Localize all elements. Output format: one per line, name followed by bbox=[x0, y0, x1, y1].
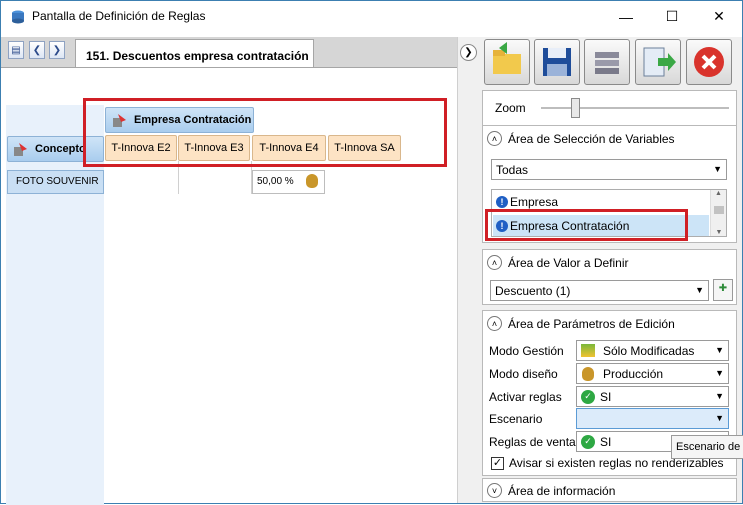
chevron-up-icon[interactable]: ˄ bbox=[487, 131, 502, 146]
variables-panel: ˄ Área de Selección de Variables Todas ▼ … bbox=[482, 125, 737, 243]
next-tab-button[interactable]: ❯ bbox=[49, 41, 65, 59]
close-window-button[interactable]: ✕ bbox=[696, 1, 742, 32]
modo-gestion-label: Modo Gestión bbox=[489, 344, 564, 358]
dropdown-arrow-icon: ▼ bbox=[695, 285, 704, 295]
panel-splitter[interactable]: ❯ bbox=[457, 37, 479, 503]
zoom-panel: Zoom bbox=[482, 90, 737, 126]
variables-filter-value: Todas bbox=[496, 163, 529, 177]
dropdown-arrow-icon: ▼ bbox=[715, 345, 724, 355]
highlight-box bbox=[485, 209, 688, 241]
export-button[interactable] bbox=[635, 39, 681, 85]
variables-title: Área de Selección de Variables bbox=[508, 132, 675, 146]
info-title: Área de información bbox=[508, 484, 616, 498]
zoom-label: Zoom bbox=[495, 101, 526, 115]
reglas-venta-value: SI bbox=[600, 434, 612, 449]
add-value-button[interactable]: ✚ bbox=[713, 279, 733, 301]
reglas-venta-label: Reglas de venta bbox=[489, 435, 576, 449]
dropdown-arrow-icon: ▼ bbox=[715, 413, 724, 423]
cell-value: 50,00 % bbox=[257, 176, 294, 187]
add-document-icon: ✚ bbox=[718, 283, 728, 294]
check-icon: ✓ bbox=[581, 434, 595, 449]
value-panel: ˄ Área de Valor a Definir Descuento (1) ▼… bbox=[482, 249, 737, 305]
variables-panel-header[interactable]: ˄ Área de Selección de Variables bbox=[483, 126, 736, 152]
params-title: Área de Parámetros de Edición bbox=[508, 317, 675, 331]
save-button[interactable] bbox=[534, 39, 580, 85]
cancel-button[interactable] bbox=[686, 39, 732, 85]
grid-pane: ▤ ❮ ❯ 151. Descuentos empresa contrataci… bbox=[1, 37, 457, 505]
value-select[interactable]: Descuento (1) ▼ bbox=[490, 280, 709, 301]
scroll-thumb[interactable] bbox=[714, 206, 724, 214]
window-title: Pantalla de Definición de Reglas bbox=[32, 9, 206, 23]
info-panel-header[interactable]: ˅ Área de información bbox=[483, 479, 736, 505]
avisar-checkbox[interactable]: ✓ bbox=[491, 456, 504, 470]
stack-icon bbox=[595, 52, 619, 74]
export-icon bbox=[643, 47, 676, 77]
modo-diseno-select[interactable]: Producción ▼ bbox=[576, 363, 729, 384]
zoom-track bbox=[541, 107, 729, 109]
check-icon: ✓ bbox=[581, 389, 595, 404]
highlight-box bbox=[83, 98, 447, 167]
scroll-down-icon[interactable]: ▼ bbox=[711, 229, 727, 236]
grid-area: Empresa Contratación Concepto T-Innova E… bbox=[1, 67, 457, 505]
value-select-value: Descuento (1) bbox=[495, 284, 571, 298]
tab-strip: ▤ ❮ ❯ 151. Descuentos empresa contrataci… bbox=[1, 37, 457, 68]
maximize-button[interactable]: ☐ bbox=[649, 1, 695, 32]
info-panel: ˅ Área de información bbox=[482, 478, 737, 502]
modo-gestion-value: Sólo Modificadas bbox=[603, 344, 695, 358]
minimize-button[interactable]: — bbox=[603, 1, 649, 32]
escenario-select[interactable]: ▼ bbox=[576, 408, 729, 429]
activar-reglas-select[interactable]: ✓ SI ▼ bbox=[576, 386, 729, 407]
stack-button[interactable] bbox=[584, 39, 630, 85]
list-item[interactable]: ! Empresa bbox=[496, 195, 558, 209]
concept-header-label: Concepto bbox=[35, 143, 86, 155]
dropdown-arrow-icon: ▼ bbox=[715, 368, 724, 378]
dropdown-arrow-icon: ▼ bbox=[713, 164, 722, 174]
escenario-label: Escenario bbox=[489, 412, 543, 426]
prev-tab-button[interactable]: ❮ bbox=[29, 41, 45, 59]
money-bag-icon bbox=[582, 367, 594, 381]
escenario-tooltip: Escenario de bbox=[671, 435, 743, 459]
doc-list-icon[interactable]: ▤ bbox=[8, 41, 24, 59]
activar-reglas-label: Activar reglas bbox=[489, 390, 562, 404]
zoom-slider[interactable] bbox=[571, 98, 580, 118]
scroll-up-icon[interactable]: ▲ bbox=[711, 190, 726, 197]
floppy-icon bbox=[543, 48, 571, 76]
info-icon: ! bbox=[496, 196, 508, 208]
modo-diseno-label: Modo diseño bbox=[489, 367, 558, 381]
value-panel-header[interactable]: ˄ Área de Valor a Definir bbox=[483, 250, 736, 276]
close-icon bbox=[694, 47, 724, 77]
layers-icon bbox=[581, 344, 595, 357]
grid-cell[interactable]: 50,00 % bbox=[252, 170, 325, 194]
chevron-up-icon[interactable]: ˄ bbox=[487, 255, 502, 270]
row-label[interactable]: FOTO SOUVENIR bbox=[7, 170, 104, 194]
value-title: Área de Valor a Definir bbox=[508, 256, 629, 270]
modo-diseno-value: Producción bbox=[603, 367, 664, 381]
open-button[interactable] bbox=[484, 39, 530, 85]
variables-filter-select[interactable]: Todas ▼ bbox=[491, 159, 727, 180]
activar-reglas-value: SI bbox=[600, 389, 612, 404]
tab-rule-definition[interactable]: 151. Descuentos empresa contratación bbox=[75, 39, 314, 68]
variable-icon bbox=[14, 143, 27, 156]
database-icon bbox=[12, 10, 24, 24]
chevron-up-icon[interactable]: ˄ bbox=[487, 316, 502, 331]
chevron-down-icon[interactable]: ˅ bbox=[487, 483, 502, 498]
main-window: Pantalla de Definición de Reglas — ☐ ✕ ▤… bbox=[0, 0, 743, 505]
dropdown-arrow-icon: ▼ bbox=[715, 391, 724, 401]
side-panel: Zoom ˄ Área de Selección de Variables To… bbox=[479, 37, 742, 503]
money-bag-icon bbox=[306, 174, 318, 188]
list-scrollbar[interactable]: ▲ ▼ bbox=[710, 190, 726, 236]
title-bar: Pantalla de Definición de Reglas — ☐ ✕ bbox=[1, 1, 742, 32]
folder-icon bbox=[493, 42, 521, 74]
modo-gestion-select[interactable]: Sólo Modificadas ▼ bbox=[576, 340, 729, 361]
chevron-right-icon[interactable]: ❯ bbox=[460, 44, 477, 61]
list-item-label: Empresa bbox=[510, 195, 559, 209]
params-panel-header[interactable]: ˄ Área de Parámetros de Edición bbox=[483, 311, 736, 337]
